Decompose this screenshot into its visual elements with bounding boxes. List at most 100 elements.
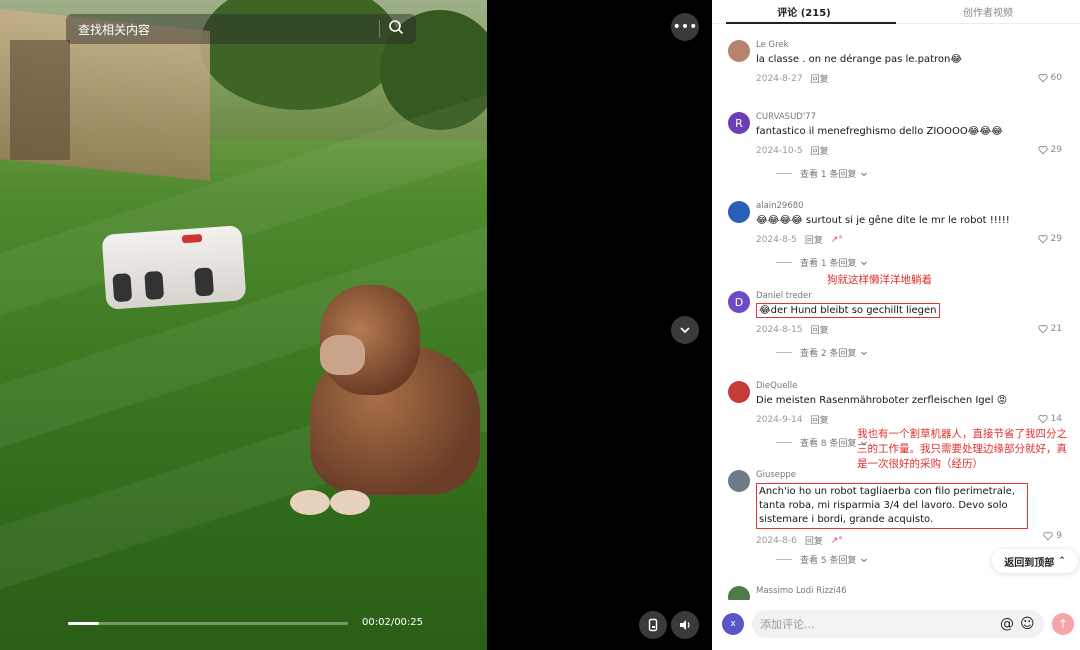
- chevron-down-icon: [680, 327, 690, 334]
- comment-text: 😂😂😂😂 surtout si je gêne dite le mr le ro…: [756, 215, 1010, 226]
- comment-username[interactable]: DieQuelle: [756, 381, 1068, 392]
- back-to-top-label: 返回到顶部: [1004, 557, 1055, 569]
- like-count: 21: [1050, 324, 1062, 334]
- like-button[interactable]: 9: [1043, 531, 1062, 541]
- volume-icon: [680, 620, 690, 630]
- comment-date: 2024-8-15: [756, 324, 803, 335]
- arrow-up-icon: ↑: [1057, 617, 1069, 631]
- shed-door: [10, 40, 70, 160]
- more-options-button[interactable]: •••: [671, 13, 699, 41]
- comment-item: R CURVASUD'77 fantastico il menefreghism…: [728, 112, 1068, 180]
- comment-username[interactable]: CURVASUD'77: [756, 112, 1068, 123]
- comment-text: Die meisten Rasenmähroboter zerfleischen…: [756, 395, 1008, 406]
- author-liked-icon: ↗°: [830, 234, 843, 245]
- reply-button[interactable]: 回复: [811, 323, 829, 336]
- reply-button[interactable]: 回复: [811, 413, 829, 426]
- comment-username[interactable]: Daniel treder: [756, 291, 1068, 302]
- next-video-button[interactable]: [671, 316, 699, 344]
- avatar[interactable]: [728, 470, 750, 492]
- comment-panel: 评论 (215) 创作者视频 Le Grek la classe . on ne…: [712, 0, 1080, 650]
- send-button[interactable]: ↑: [1052, 613, 1074, 635]
- mention-icon[interactable]: @: [1000, 616, 1014, 632]
- comment-date: 2024-9-14: [756, 414, 803, 425]
- reply-button[interactable]: 回复: [805, 534, 823, 547]
- comment-input-bar: x 添加评论... @ ☺ ↑: [712, 600, 1080, 650]
- tab-bar: 评论 (215) 创作者视频: [712, 0, 1080, 24]
- comment-username[interactable]: Le Grek: [756, 40, 1068, 51]
- comment-date: 2024-8-6: [756, 535, 797, 546]
- view-replies-label: 查看 8 条回复: [800, 439, 857, 449]
- avatar[interactable]: [728, 381, 750, 403]
- comment-username[interactable]: alain29680: [756, 201, 1068, 212]
- comment-item: Massimo Lodi Rizzi46: [728, 586, 1068, 608]
- like-count: 9: [1056, 531, 1062, 541]
- like-button[interactable]: 60: [1037, 73, 1062, 83]
- tab-creator-videos[interactable]: 创作者视频: [896, 0, 1080, 23]
- robot-mower: [101, 225, 247, 310]
- view-replies-button[interactable]: 查看 5 条回复: [776, 553, 868, 566]
- chevron-down-icon: [861, 172, 868, 176]
- comment-item: Giuseppe Anch'io ho un robot tagliaerba …: [728, 470, 1068, 566]
- back-to-top-button[interactable]: 返回到顶部 ⌃: [992, 549, 1078, 573]
- heart-icon: [1037, 324, 1048, 334]
- heart-icon: [1043, 531, 1053, 541]
- video-player[interactable]: 查找相关内容 00:02/00:25: [0, 0, 487, 650]
- comment-item: Le Grek la classe . on ne dérange pas le…: [728, 40, 1068, 85]
- view-replies-button[interactable]: 查看 8 条回复: [776, 436, 868, 449]
- phone-icon: [648, 618, 658, 632]
- like-count: 14: [1050, 414, 1062, 424]
- like-button[interactable]: 29: [1037, 145, 1062, 155]
- heart-icon: [1037, 145, 1048, 155]
- video-progress-fill: [68, 622, 99, 625]
- heart-icon: [1037, 414, 1048, 424]
- like-button[interactable]: 14: [1037, 414, 1062, 424]
- translation-note: 我也有一个割草机器人，直接节省了我四分之三的工作量。我只需要处理边缘部分就好，真…: [857, 428, 1067, 470]
- author-liked-icon: ↗°: [830, 535, 843, 546]
- view-replies-label: 查看 5 条回复: [800, 556, 857, 566]
- comment-date: 2024-8-5: [756, 234, 797, 245]
- emoji-icon[interactable]: ☺: [1020, 616, 1035, 632]
- dog: [290, 285, 487, 530]
- chevron-down-icon: [861, 558, 868, 562]
- reply-button[interactable]: 回复: [811, 144, 829, 157]
- comment-item: D Daniel treder 😂der Hund bleibt so gech…: [728, 291, 1068, 359]
- comment-date: 2024-8-27: [756, 73, 803, 84]
- current-user-avatar[interactable]: x: [722, 613, 744, 635]
- view-replies-button[interactable]: 查看 1 条回复: [776, 167, 868, 180]
- comment-username[interactable]: Massimo Lodi Rizzi46: [756, 586, 1068, 597]
- view-replies-label: 查看 1 条回复: [800, 259, 857, 269]
- chevron-down-icon: [861, 261, 868, 265]
- view-replies-label: 查看 2 条回复: [800, 349, 857, 359]
- like-count: 29: [1050, 234, 1062, 244]
- chevron-down-icon: [861, 351, 868, 355]
- comment-date: 2024-10-5: [756, 145, 803, 156]
- comment-text: Anch'io ho un robot tagliaerba con filo …: [756, 483, 1028, 529]
- comment-item: DieQuelle Die meisten Rasenmähroboter ze…: [728, 381, 1068, 449]
- view-replies-label: 查看 1 条回复: [800, 170, 857, 180]
- heart-icon: [1037, 73, 1048, 83]
- search-icon[interactable]: [388, 19, 404, 39]
- video-progress-bar[interactable]: [68, 622, 348, 625]
- reply-button[interactable]: 回复: [811, 72, 829, 85]
- search-text: 查找相关内容: [78, 22, 151, 37]
- like-button[interactable]: 21: [1037, 324, 1062, 334]
- avatar[interactable]: R: [728, 112, 750, 134]
- reply-button[interactable]: 回复: [805, 233, 823, 246]
- avatar[interactable]: [728, 40, 750, 62]
- tab-comments[interactable]: 评论 (215): [712, 0, 896, 24]
- comment-item: alain29680 😂😂😂😂 surtout si je gêne dite …: [728, 201, 1068, 269]
- comment-text: fantastico il menefreghismo dello ZIOOOO…: [756, 126, 1003, 137]
- video-search-bar[interactable]: 查找相关内容: [66, 14, 416, 44]
- view-replies-button[interactable]: 查看 2 条回复: [776, 346, 868, 359]
- avatar[interactable]: D: [728, 291, 750, 313]
- like-count: 29: [1050, 145, 1062, 155]
- like-button[interactable]: 29: [1037, 234, 1062, 244]
- avatar[interactable]: [728, 201, 750, 223]
- pip-button[interactable]: [639, 611, 667, 639]
- view-replies-button[interactable]: 查看 1 条回复: [776, 256, 868, 269]
- comment-username[interactable]: Giuseppe: [756, 470, 1068, 481]
- comment-text: la classe . on ne dérange pas le.patron😂: [756, 54, 963, 65]
- heart-icon: [1037, 234, 1048, 244]
- volume-button[interactable]: [671, 611, 699, 639]
- double-chevron-up-icon: ⌃: [1058, 556, 1066, 566]
